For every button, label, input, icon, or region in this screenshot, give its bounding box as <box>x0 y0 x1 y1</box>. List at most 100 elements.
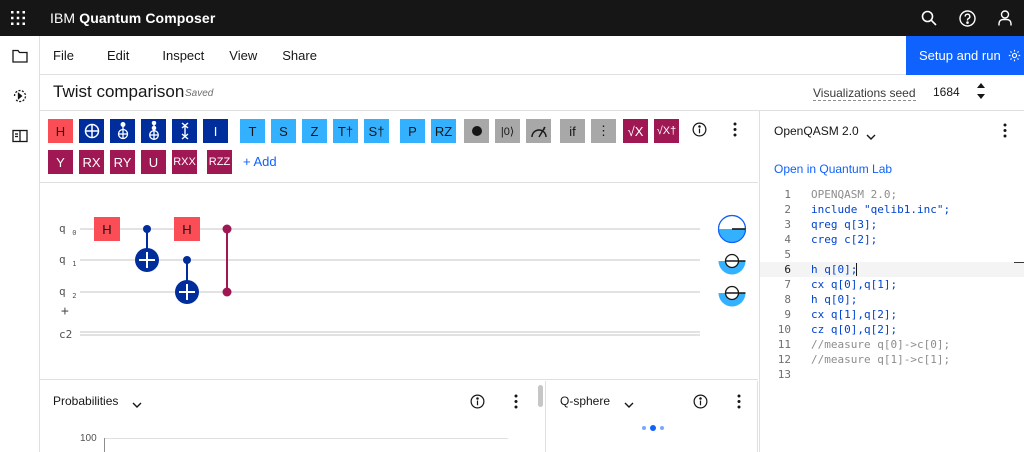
gate-ccx[interactable] <box>141 119 166 143</box>
gate-tdg[interactable]: T† <box>333 119 358 143</box>
qsphere-title[interactable]: Q-sphere <box>560 394 610 408</box>
circuit-gate-cz[interactable] <box>220 222 234 298</box>
gate-rx[interactable]: RX <box>79 150 104 174</box>
chevron-down-icon[interactable] <box>132 395 142 413</box>
gate-s[interactable]: S <box>271 119 296 143</box>
code-line: 7 cx q[0],q[1]; <box>784 278 898 291</box>
menu-view[interactable]: View <box>217 48 270 63</box>
gate-if[interactable]: if <box>560 119 585 143</box>
code-line: 2 include "qelib1.inc"; <box>784 203 951 216</box>
circuit-title[interactable]: Twist comparison <box>53 82 184 102</box>
circuit-gate-h[interactable]: H <box>94 217 120 241</box>
gate-barrier-dot[interactable] <box>464 119 489 143</box>
gate-barrier[interactable]: ⋮ <box>591 119 616 143</box>
code-line-active: 6h q[0]; <box>760 262 1024 277</box>
gate-ry[interactable]: RY <box>110 150 135 174</box>
overflow-menu-icon[interactable] <box>733 122 737 142</box>
app-brand[interactable]: IBM Quantum Composer <box>50 10 215 26</box>
gate-rz[interactable]: RZ <box>431 119 456 143</box>
gate-p[interactable]: P <box>400 119 425 143</box>
chevron-down-icon[interactable] <box>866 127 876 145</box>
gate-sxdg[interactable]: √X† <box>654 119 679 143</box>
menu-inspect[interactable]: Inspect <box>142 48 217 63</box>
overflow-menu-icon[interactable] <box>1003 123 1007 143</box>
code-language-select[interactable]: OpenQASM 2.0 <box>774 124 859 138</box>
circuit-wires <box>80 228 700 336</box>
visualizations-seed-label[interactable]: Visualizations seed <box>813 86 916 101</box>
gate-reset[interactable]: |0⟩ <box>495 119 520 143</box>
info-icon[interactable] <box>692 122 707 142</box>
text-cursor <box>856 263 857 276</box>
gate-swap[interactable] <box>172 119 197 143</box>
code-line: 5 <box>784 248 791 261</box>
folder-icon[interactable] <box>0 36 40 76</box>
probabilities-panel: Probabilities 100 <box>40 381 546 452</box>
code-line: 12//measure q[1]->c[1]; <box>777 353 951 366</box>
circuit-gate-h[interactable]: H <box>174 217 200 241</box>
circuit-canvas[interactable]: q 0 q 1 q 2 + c2 H H <box>40 184 758 380</box>
code-line: 4 creg c[2]; <box>784 233 878 246</box>
chevron-down-icon[interactable] <box>624 395 634 413</box>
gate-palette: H I T S Z T† S† P RZ |0⟩ z if ⋮ √X √X† Y… <box>40 111 758 183</box>
gate-t[interactable]: T <box>240 119 265 143</box>
open-in-quantum-lab-link[interactable]: Open in Quantum Lab <box>774 162 892 176</box>
info-icon[interactable] <box>693 394 708 414</box>
code-line: 8h q[0]; <box>784 293 858 306</box>
app-switcher-icon[interactable] <box>0 0 36 36</box>
overflow-menu-icon[interactable] <box>737 394 741 414</box>
probabilities-gridline <box>104 438 508 439</box>
code-line: 11//measure q[0]->c[0]; <box>777 338 951 351</box>
top-bar: IBM Quantum Composer <box>0 0 1024 36</box>
probabilities-title[interactable]: Probabilities <box>53 394 118 408</box>
menu-bar: File Edit Inspect View Share Setup and r… <box>40 36 1024 75</box>
probabilities-axis <box>104 438 105 452</box>
code-line: 10 cz q[0],q[2]; <box>777 323 898 336</box>
qsphere-panel: Q-sphere <box>547 381 758 452</box>
qubit-2-probability-disc[interactable] <box>717 278 747 308</box>
gate-measure[interactable]: z <box>526 119 551 143</box>
code-line: 13 <box>777 368 791 381</box>
gate-cnot[interactable] <box>79 119 104 143</box>
user-icon[interactable] <box>986 0 1024 36</box>
menu-file[interactable]: File <box>40 48 87 63</box>
gate-rzz[interactable]: RZZ <box>207 150 232 174</box>
add-gate-link[interactable]: + Add <box>243 154 277 169</box>
code-line: 3 qreg q[3]; <box>784 218 878 231</box>
qubit-0-probability-disc[interactable] <box>717 214 747 244</box>
gate-y[interactable]: Y <box>48 150 73 174</box>
gate-toffoli[interactable] <box>110 119 135 143</box>
menu-edit[interactable]: Edit <box>87 48 142 63</box>
gate-rxx[interactable]: RXX <box>172 150 197 174</box>
help-icon[interactable] <box>948 0 986 36</box>
setup-and-run-label: Setup and run <box>919 48 1001 63</box>
code-editor[interactable]: 1 OPENQASM 2.0; 2 include "qelib1.inc"; 3q… <box>760 187 1024 382</box>
gate-h[interactable]: H <box>48 119 73 143</box>
info-icon[interactable] <box>470 394 485 414</box>
gate-i[interactable]: I <box>203 119 228 143</box>
menu-share[interactable]: Share <box>270 48 330 63</box>
loading-indicator <box>640 419 666 437</box>
overflow-menu-icon[interactable] <box>514 394 518 414</box>
scroll-marker <box>1014 262 1024 263</box>
panel-resize-handle[interactable] <box>538 385 543 407</box>
qubit-1-probability-disc[interactable] <box>717 246 747 276</box>
setup-and-run-button[interactable]: Setup and run <box>906 36 1024 75</box>
search-icon[interactable] <box>910 0 948 36</box>
circuit-gate-cnot[interactable] <box>134 222 160 274</box>
svg-text:z: z <box>543 126 546 132</box>
settings-icon <box>1008 49 1020 62</box>
docs-icon[interactable] <box>0 116 40 156</box>
code-line: 9 cx q[1],q[2]; <box>784 308 898 321</box>
gate-sx[interactable]: √X <box>623 119 648 143</box>
visualizations-seed-value[interactable]: 1684 <box>933 85 960 99</box>
gate-z[interactable]: Z <box>302 119 327 143</box>
left-rail <box>0 36 40 452</box>
circuit-gate-cnot[interactable] <box>174 253 200 305</box>
history-icon[interactable] <box>0 76 40 116</box>
probabilities-axis-tick: 100 <box>80 433 97 444</box>
code-editor-panel: OpenQASM 2.0 Open in Quantum Lab 1 OPENQA… <box>759 111 1024 452</box>
seed-stepper-icon[interactable] <box>976 82 986 105</box>
gate-u[interactable]: U <box>141 150 166 174</box>
code-line: 1 OPENQASM 2.0; <box>784 188 898 201</box>
gate-sdg[interactable]: S† <box>364 119 389 143</box>
